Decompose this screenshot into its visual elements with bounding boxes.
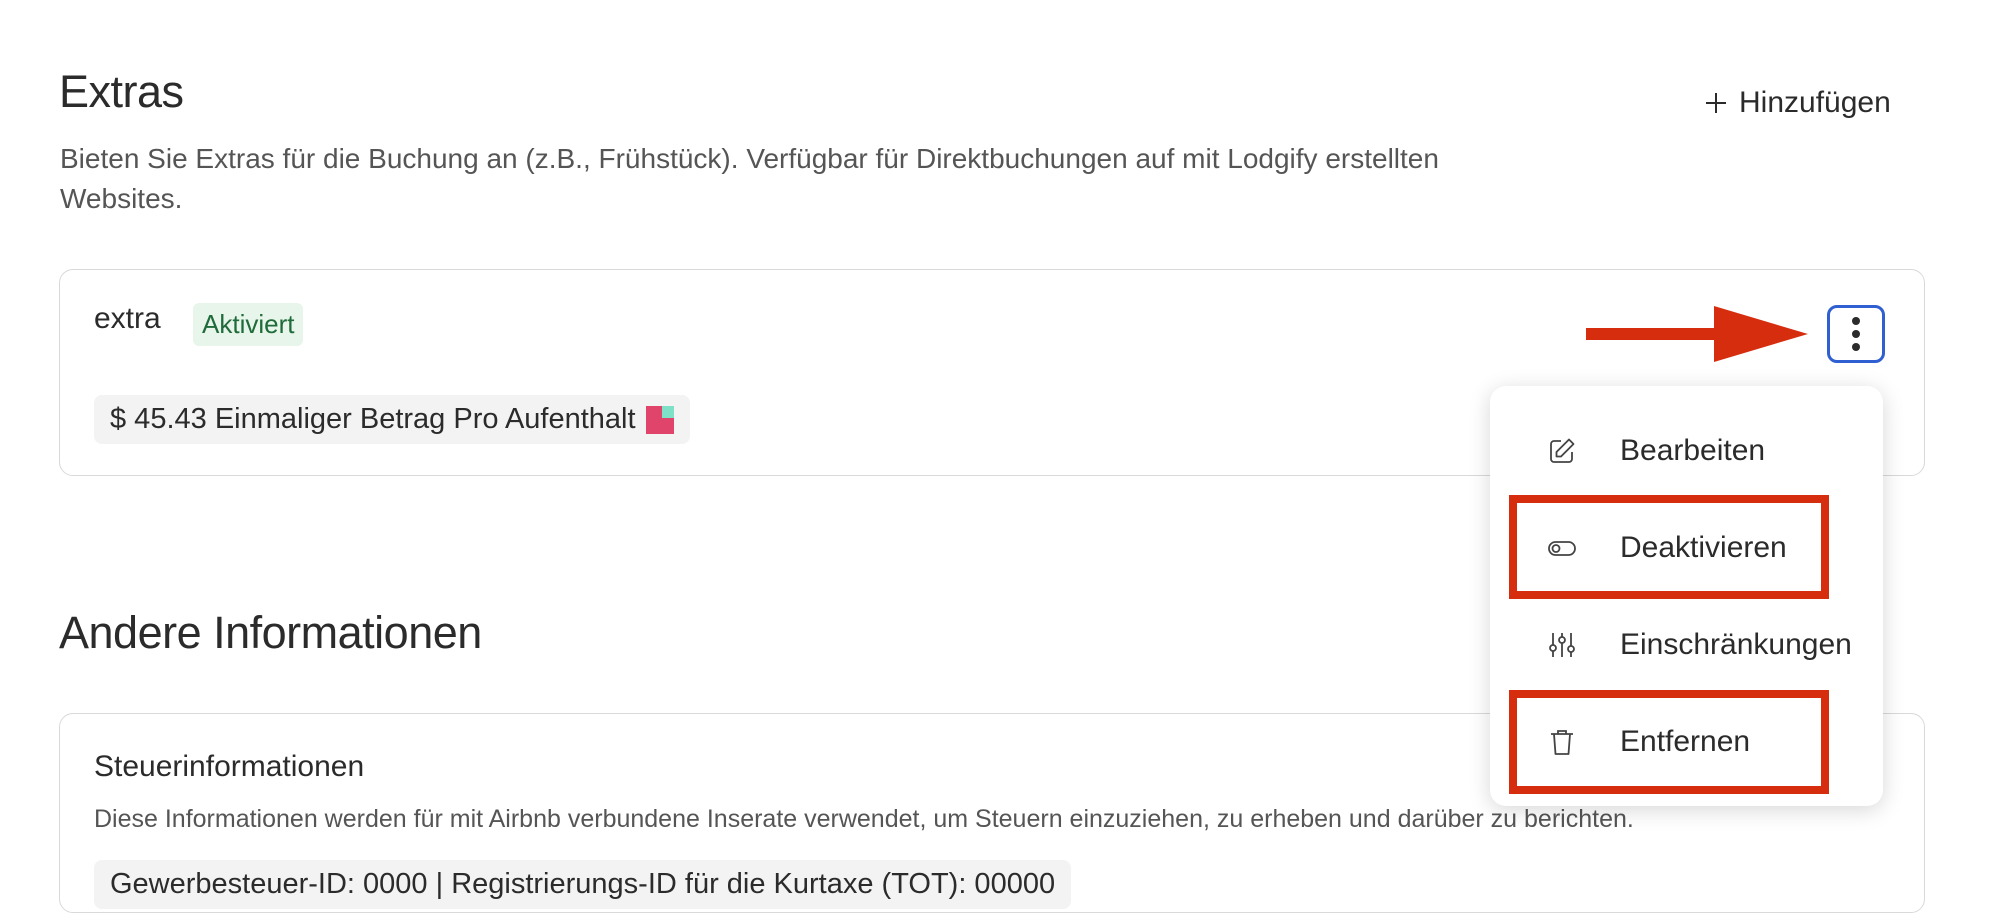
tax-id-text: Gewerbesteuer-ID: 0000 | Registrierungs-… [110,868,1056,900]
extra-item-name: extra [94,302,161,335]
status-badge: Aktiviert [193,303,304,346]
extras-description: Bieten Sie Extras für die Buchung an (z.… [60,139,1620,219]
annotation-arrow [1586,306,1808,362]
other-info-title: Andere Informationen [59,607,482,658]
annotation-box-deactivate [1509,495,1829,599]
annotation-box-remove [1509,690,1829,794]
tax-info-description: Diese Informationen werden für mit Airbn… [94,805,1634,833]
color-swatch-icon [645,405,674,434]
add-extra-button[interactable]: Hinzufügen [1705,86,1891,120]
edit-icon [1550,438,1575,463]
extras-description-line1: Bieten Sie Extras für die Buchung an (z.… [60,143,1439,174]
menu-item-restrictions[interactable]: Einschränkungen [1490,610,1883,680]
more-options-button[interactable] [1827,305,1885,363]
price-chip: $ 45.43 Einmaliger Betrag Pro Aufenthalt [94,395,690,444]
menu-item-edit[interactable]: Bearbeiten [1490,416,1883,486]
vertical-dots-icon [1852,317,1860,351]
sliders-icon [1549,633,1575,657]
tax-id-chip: Gewerbesteuer-ID: 0000 | Registrierungs-… [94,860,1072,909]
tax-info-title: Steuerinformationen [94,750,365,783]
menu-item-restrictions-label: Einschränkungen [1620,628,1852,661]
extras-title: Extras [59,66,184,117]
price-text: $ 45.43 Einmaliger Betrag Pro Aufenthalt [110,403,636,435]
menu-item-edit-label: Bearbeiten [1620,434,1766,467]
extras-description-line2: Websites. [60,183,183,214]
add-extra-label: Hinzufügen [1739,86,1891,119]
plus-icon [1706,93,1726,113]
